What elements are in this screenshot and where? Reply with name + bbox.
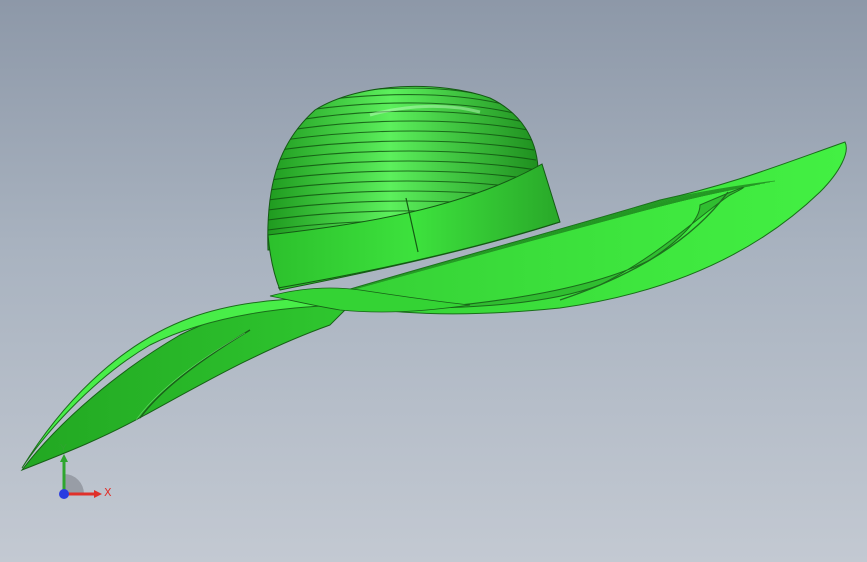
coordinate-triad: Y X: [50, 440, 120, 510]
graphics-viewport[interactable]: Y X: [0, 0, 867, 562]
y-axis-label: Y: [60, 442, 67, 455]
hat-model[interactable]: [0, 0, 867, 562]
x-axis-label: X: [104, 486, 112, 499]
